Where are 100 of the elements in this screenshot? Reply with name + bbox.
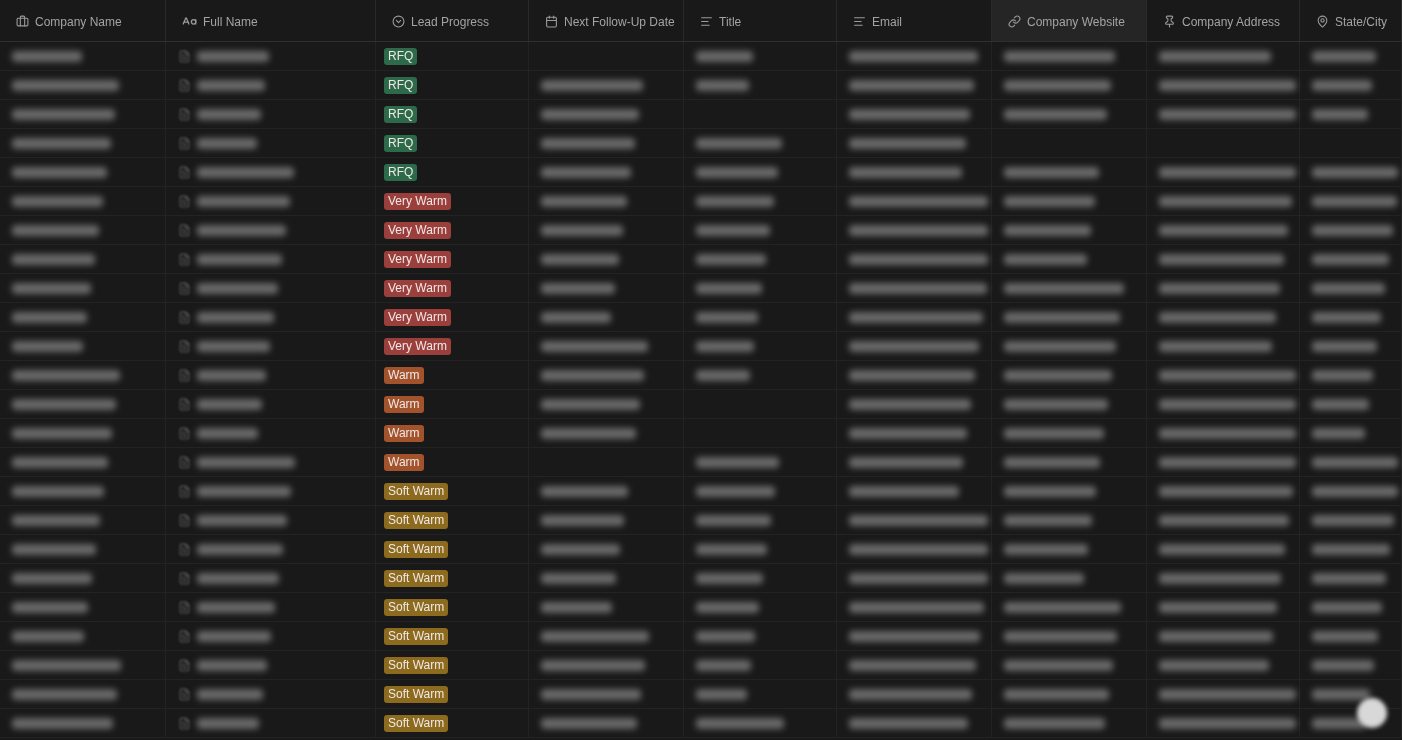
status-tag: Warm [384,424,424,442]
blurred-text [696,253,766,265]
help-icon[interactable] [1357,698,1387,728]
blurred-text [1312,659,1374,671]
page-icon [178,49,191,63]
blurred-text [696,282,762,294]
status-tag: Very Warm [384,308,451,326]
page-icon [178,310,191,324]
blurred-text [197,50,269,62]
status-tag: RFQ [384,76,418,94]
blurred-text [197,137,257,149]
calendar-icon [545,15,558,28]
blurred-text [696,340,754,352]
status-tag: Soft Warm [384,540,449,558]
status-tag: Soft Warm [384,627,449,645]
blurred-text [696,79,749,91]
map-pin-icon [1316,15,1329,28]
blurred-text [1312,108,1368,120]
blurred-text [1312,398,1369,410]
status-tag: Very Warm [384,279,451,297]
blurred-text [696,311,758,323]
page-icon [178,455,191,469]
page-icon [178,658,191,672]
page-icon [178,542,191,556]
text-lines-icon [853,15,866,28]
status-tag: Warm [384,453,424,471]
page-icon [178,136,191,150]
pin-icon [1163,15,1176,28]
page-icon [178,513,191,527]
blurred-text [197,427,258,439]
blurred-text [1312,50,1376,62]
status-tag: RFQ [384,163,418,181]
page-icon [178,78,191,92]
page-icon [178,484,191,498]
status-tag: Soft Warm [384,714,449,732]
blurred-text [696,572,763,584]
blurred-text [696,369,750,381]
blurred-text [1312,340,1377,352]
select-icon [392,15,405,28]
blurred-text [696,601,759,613]
column-header[interactable]: Company Website [992,0,1147,41]
blurred-text [696,630,755,642]
status-tag: RFQ [384,134,418,152]
status-tag: RFQ [384,47,418,65]
status-tag: Soft Warm [384,656,449,674]
blurred-text [197,79,265,91]
column-header[interactable]: Next Follow-Up Date [529,0,684,41]
page-icon [178,194,191,208]
blurred-text [12,50,82,62]
status-tag: Soft Warm [384,685,449,703]
blurred-text [541,601,612,613]
page-icon [178,571,191,585]
blurred-text [1312,688,1370,700]
column-header[interactable]: Full Name [166,0,376,41]
text-lines-icon [700,15,713,28]
page-icon [178,107,191,121]
status-tag: Soft Warm [384,511,449,529]
link-icon [1008,15,1021,28]
page-icon [178,252,191,266]
page-icon [178,716,191,730]
status-tag: Soft Warm [384,569,449,587]
page-icon [178,339,191,353]
page-icon [178,281,191,295]
column-header[interactable]: State/City [1300,0,1402,41]
page-icon [178,223,191,237]
status-tag: Very Warm [384,221,451,239]
blurred-text [197,688,263,700]
page-icon [178,165,191,179]
status-tag: Very Warm [384,192,451,210]
column-header[interactable]: Company Address [1147,0,1300,41]
page-icon [178,687,191,701]
status-tag: Soft Warm [384,598,449,616]
blurred-text [197,108,261,120]
blurred-text [696,543,767,555]
status-tag: Warm [384,366,424,384]
blurred-text [197,659,267,671]
blurred-text [1312,311,1381,323]
blurred-text [1312,369,1373,381]
blurred-text [1312,601,1382,613]
blurred-text [696,50,753,62]
blurred-text [541,311,611,323]
page-icon [178,629,191,643]
status-tag: Very Warm [384,337,451,355]
blurred-text [197,398,262,410]
blurred-text [696,688,747,700]
blurred-text [12,340,83,352]
blurred-text [197,717,259,729]
status-tag: Soft Warm [384,482,449,500]
blurred-text [1312,630,1378,642]
blurred-text [12,630,84,642]
blurred-text [197,369,266,381]
status-tag: RFQ [384,105,418,123]
blurred-text [696,659,751,671]
briefcase-icon [16,15,29,28]
status-tag: Very Warm [384,250,451,268]
column-header[interactable]: Title [684,0,837,41]
status-tag: Warm [384,395,424,413]
column-header[interactable]: Lead Progress [376,0,529,41]
page-icon [178,368,191,382]
column-header[interactable]: Company Name [0,0,166,41]
